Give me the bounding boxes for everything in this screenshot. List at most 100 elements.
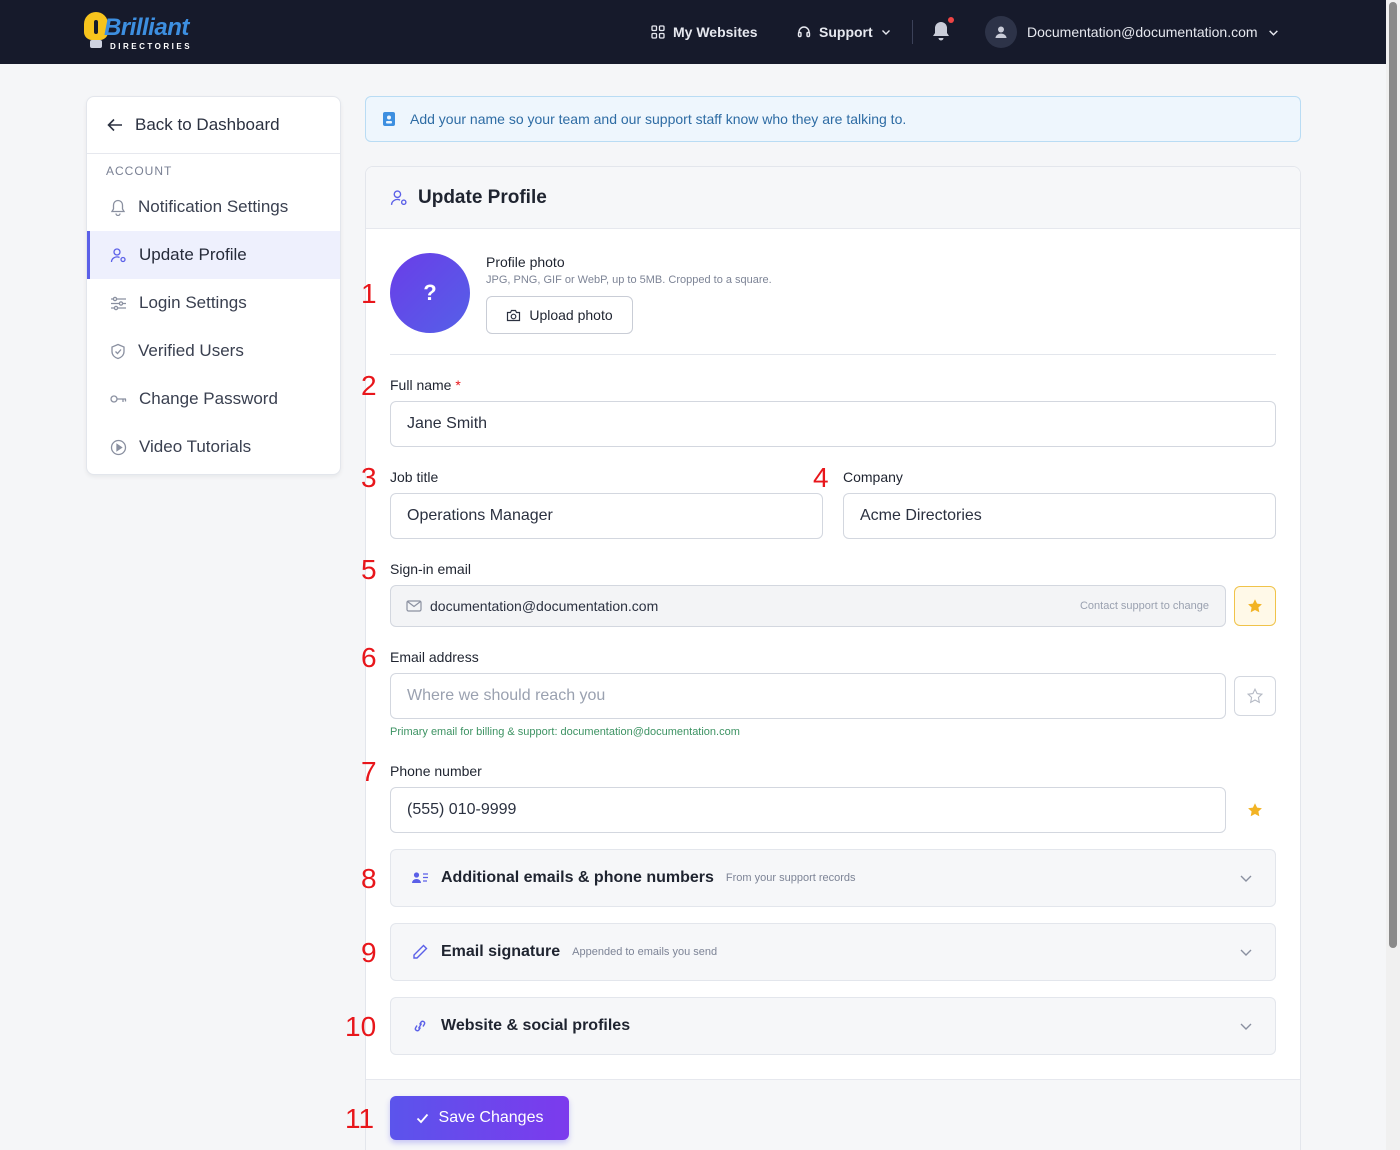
- annotation-number: 10: [345, 1011, 377, 1042]
- chevron-down-icon: [1240, 875, 1252, 882]
- sidebar-item-label: Login Settings: [139, 293, 247, 312]
- profile-photo-title: Profile photo: [486, 254, 565, 270]
- contact-list-icon: [412, 872, 428, 883]
- annotation-number: 3: [361, 462, 377, 493]
- accordion-subtitle: Appended to emails you send: [572, 946, 718, 958]
- primary-star-button[interactable]: [1234, 676, 1276, 716]
- primary-star-button[interactable]: [1234, 586, 1276, 626]
- sidebar-item-label: Notification Settings: [138, 197, 289, 216]
- id-badge-icon: [383, 112, 395, 126]
- back-to-dashboard-link[interactable]: Back to Dashboard: [87, 97, 340, 154]
- sidebar-item-label: Update Profile: [139, 245, 247, 264]
- key-icon: [110, 395, 127, 403]
- annotation-number: 1: [361, 278, 377, 309]
- accordion-additional-contacts[interactable]: Additional emails & phone numbers From y…: [390, 849, 1276, 907]
- envelope-icon: [406, 600, 422, 612]
- link-icon: [414, 1020, 426, 1032]
- user-icon: [995, 26, 1007, 38]
- save-changes-label: Save Changes: [438, 1109, 544, 1126]
- sidebar-item-notification-settings[interactable]: Notification Settings: [87, 183, 340, 231]
- grid-icon: [651, 25, 665, 39]
- sidebar-item-label: Change Password: [139, 389, 278, 408]
- primary-email-helper: Primary email for billing & support: doc…: [390, 726, 740, 738]
- accordion-title: Website & social profiles: [441, 1017, 631, 1034]
- user-menu[interactable]: Documentation@documentation.com: [985, 16, 1279, 48]
- annotation-number: 6: [361, 642, 377, 673]
- arrow-left-icon: [107, 118, 122, 132]
- sidebar-item-video-tutorials[interactable]: Video Tutorials: [87, 423, 340, 471]
- user-avatar: [985, 16, 1017, 48]
- user-email: Documentation@documentation.com: [1027, 24, 1258, 40]
- sidebar-section-label: ACCOUNT: [106, 164, 173, 178]
- required-mark: *: [455, 377, 461, 393]
- job-title-input[interactable]: Operations Manager: [390, 493, 823, 539]
- job-title-label: Job title: [390, 469, 439, 485]
- signin-email-label: Sign-in email: [390, 561, 471, 577]
- chevron-down-icon: [1240, 1023, 1252, 1030]
- sidebar-item-label: Video Tutorials: [139, 437, 252, 456]
- sliders-icon: [111, 296, 126, 310]
- pen-icon: [413, 944, 428, 959]
- upload-photo-label: Upload photo: [529, 307, 613, 323]
- profile-avatar[interactable]: ?: [390, 253, 470, 333]
- star-outline-icon: [1247, 688, 1263, 704]
- annotation-number: 5: [361, 554, 377, 585]
- email-address-input[interactable]: Where we should reach you: [390, 673, 1226, 719]
- star-filled-icon: [1248, 599, 1262, 613]
- upload-photo-button[interactable]: Upload photo: [486, 296, 633, 334]
- user-gear-icon: [390, 189, 407, 205]
- contact-support-note: Contact support to change: [1079, 600, 1209, 612]
- banner-text: Add your name so your team and our suppo…: [410, 111, 907, 127]
- nav-divider: [912, 20, 913, 44]
- nav-my-websites[interactable]: My Websites: [651, 22, 758, 42]
- card-header: Update Profile: [366, 167, 1300, 229]
- notifications-bell-icon[interactable]: [931, 21, 951, 43]
- shield-check-icon: [111, 343, 125, 359]
- account-sidebar: Back to Dashboard ACCOUNT Notification S…: [86, 96, 341, 475]
- annotation-number: 4: [813, 462, 829, 493]
- brand-tagline: DIRECTORIES: [110, 42, 193, 51]
- signin-email-field: documentation@documentation.com Contact …: [390, 585, 1226, 627]
- chevron-down-icon: [1240, 949, 1252, 956]
- full-name-label: Full name *: [390, 377, 461, 393]
- company-input[interactable]: Acme Directories: [843, 493, 1276, 539]
- user-gear-icon: [110, 247, 126, 262]
- annotation-number: 9: [361, 937, 377, 968]
- bell-icon: [110, 199, 126, 216]
- accordion-website-social[interactable]: Website & social profiles: [390, 997, 1276, 1055]
- signin-email-value: documentation@documentation.com: [430, 598, 659, 614]
- sidebar-item-verified-users[interactable]: Verified Users: [87, 327, 340, 375]
- sidebar-item-update-profile[interactable]: Update Profile: [87, 231, 340, 279]
- nav-support-dropdown[interactable]: Support: [797, 22, 891, 42]
- company-label: Company: [843, 469, 903, 485]
- scrollbar-thumb[interactable]: [1389, 2, 1397, 948]
- play-circle-icon: [110, 439, 127, 455]
- info-banner: Add your name so your team and our suppo…: [365, 96, 1301, 142]
- nav-my-websites-label: My Websites: [673, 24, 758, 40]
- brand-logo[interactable]: Brilliant DIRECTORIES: [84, 12, 194, 52]
- top-navbar: Brilliant DIRECTORIES My Websites Suppor…: [0, 0, 1386, 64]
- card-title: Update Profile: [418, 186, 547, 208]
- full-name-input[interactable]: Jane Smith: [390, 401, 1276, 447]
- full-name-label-text: Full name: [390, 377, 452, 393]
- headset-icon: [797, 26, 811, 38]
- back-label: Back to Dashboard: [135, 115, 280, 134]
- accordion-email-signature[interactable]: Email signature Appended to emails you s…: [390, 923, 1276, 981]
- accordion-subtitle: From your support records: [725, 872, 856, 884]
- notification-dot: [948, 17, 954, 23]
- phone-number-input[interactable]: (555) 010-9999: [390, 787, 1226, 833]
- primary-star-button[interactable]: [1234, 790, 1276, 830]
- profile-photo-hint: JPG, PNG, GIF or WebP, up to 5MB. Croppe…: [486, 274, 772, 286]
- chevron-down-icon: [881, 30, 890, 35]
- annotation-number: 11: [345, 1103, 375, 1134]
- sidebar-item-change-password[interactable]: Change Password: [87, 375, 340, 423]
- annotation-number: 8: [361, 863, 377, 894]
- email-address-label: Email address: [390, 649, 479, 665]
- nav-support-label: Support: [819, 24, 873, 40]
- section-divider: [390, 354, 1276, 355]
- save-changes-button[interactable]: Save Changes: [390, 1096, 569, 1140]
- chevron-down-icon: [1268, 29, 1278, 36]
- accordion-title: Email signature: [441, 943, 561, 960]
- brand-name: Brilliant: [104, 14, 189, 41]
- sidebar-item-login-settings[interactable]: Login Settings: [87, 279, 340, 327]
